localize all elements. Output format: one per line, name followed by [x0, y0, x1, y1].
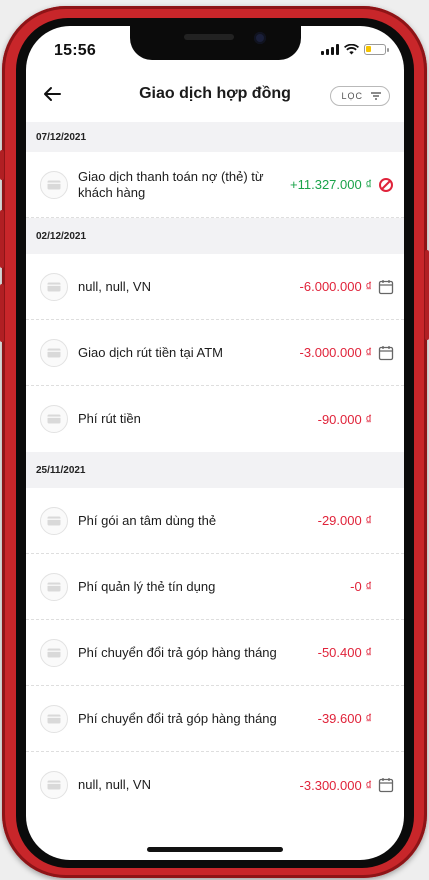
card-icon — [40, 170, 68, 199]
transaction-row[interactable]: Phí quản lý thẻ tín dụng -0 ₫ — [26, 554, 404, 620]
calendar-icon[interactable] — [378, 279, 394, 295]
volume-down-button — [0, 284, 4, 342]
transaction-description: Phí chuyển đổi trả góp hàng tháng — [78, 710, 277, 726]
transaction-description: Phí chuyển đổi trả góp hàng tháng — [78, 644, 277, 660]
card-icon — [40, 506, 68, 535]
card-icon — [40, 638, 68, 667]
transaction-amount: -6.000.000 ₫ — [299, 279, 372, 294]
card-icon — [40, 771, 68, 799]
filter-icon — [371, 92, 381, 100]
transaction-amount: -0 ₫ — [350, 579, 372, 594]
transaction-description: Phí rút tiền — [78, 411, 141, 426]
transaction-row[interactable]: Phí chuyển đổi trả góp hàng tháng -39.60… — [26, 686, 404, 752]
date-header: 25/11/2021 — [26, 452, 404, 488]
date-header: 02/12/2021 — [26, 218, 404, 254]
card-icon — [40, 405, 68, 433]
transaction-list: 07/12/2021 Giao dịch thanh toán nợ (thẻ)… — [26, 122, 404, 818]
front-camera — [254, 32, 266, 44]
card-icon — [40, 572, 68, 601]
transaction-amount: -50.400 ₫ — [317, 645, 372, 660]
device-scene: 15:56 Giao dịch hợp đồng LỌC 07/12/2021 … — [0, 0, 429, 880]
calendar-icon[interactable] — [378, 777, 394, 793]
card-icon — [40, 338, 68, 367]
transaction-amount: -3.300.000 ₫ — [299, 777, 372, 793]
home-indicator[interactable] — [147, 847, 283, 852]
transaction-amount: -39.600 ₫ — [317, 711, 372, 726]
app-screen: 15:56 Giao dịch hợp đồng LỌC 07/12/2021 … — [26, 26, 404, 860]
transaction-row[interactable]: Phí rút tiền -90.000 ₫ — [26, 386, 404, 452]
transaction-row[interactable]: Giao dịch rút tiền tại ATM -3.000.000 ₫ — [26, 320, 404, 386]
transaction-row[interactable]: Phí chuyển đổi trả góp hàng tháng -50.40… — [26, 620, 404, 686]
filter-button[interactable]: LỌC — [330, 86, 390, 106]
cancel-icon[interactable] — [378, 177, 394, 193]
calendar-icon[interactable] — [378, 345, 394, 361]
power-button — [425, 250, 429, 340]
transaction-row[interactable]: Giao dịch thanh toán nợ (thẻ) từ khách h… — [26, 152, 404, 218]
mute-switch — [0, 150, 4, 180]
volume-up-button — [0, 210, 4, 268]
transaction-description: Phí quản lý thẻ tín dụng — [78, 578, 216, 594]
transaction-amount: -3.000.000 ₫ — [299, 345, 372, 360]
filter-label: LỌC — [341, 91, 363, 101]
status-time: 15:56 — [54, 42, 96, 59]
transaction-description: null, null, VN — [78, 777, 151, 792]
transaction-description: Giao dịch thanh toán nợ (thẻ) từ khách h… — [78, 168, 264, 200]
transaction-description: Giao dịch rút tiền tại ATM — [78, 344, 223, 360]
transaction-description: null, null, VN — [78, 278, 151, 294]
transaction-row[interactable]: null, null, VN -6.000.000 ₫ — [26, 254, 404, 320]
battery-icon — [364, 44, 389, 55]
navigation-bar: Giao dịch hợp đồng LỌC — [26, 76, 404, 116]
cellular-signal-icon — [321, 44, 339, 55]
status-icons — [321, 44, 389, 55]
transaction-amount: -90.000 ₫ — [317, 411, 372, 427]
wifi-icon — [344, 44, 359, 55]
transaction-amount: -29.000 ₫ — [317, 513, 372, 528]
notch — [130, 26, 301, 60]
transaction-row[interactable]: null, null, VN -3.300.000 ₫ — [26, 752, 404, 818]
speaker-grille — [184, 34, 234, 40]
card-icon — [40, 704, 68, 733]
transaction-description: Phí gói an tâm dùng thẻ — [78, 512, 217, 528]
transaction-amount: +11.327.000 ₫ — [290, 177, 372, 192]
transaction-row[interactable]: Phí gói an tâm dùng thẻ -29.000 ₫ — [26, 488, 404, 554]
date-header: 07/12/2021 — [26, 122, 404, 152]
card-icon — [40, 272, 68, 301]
